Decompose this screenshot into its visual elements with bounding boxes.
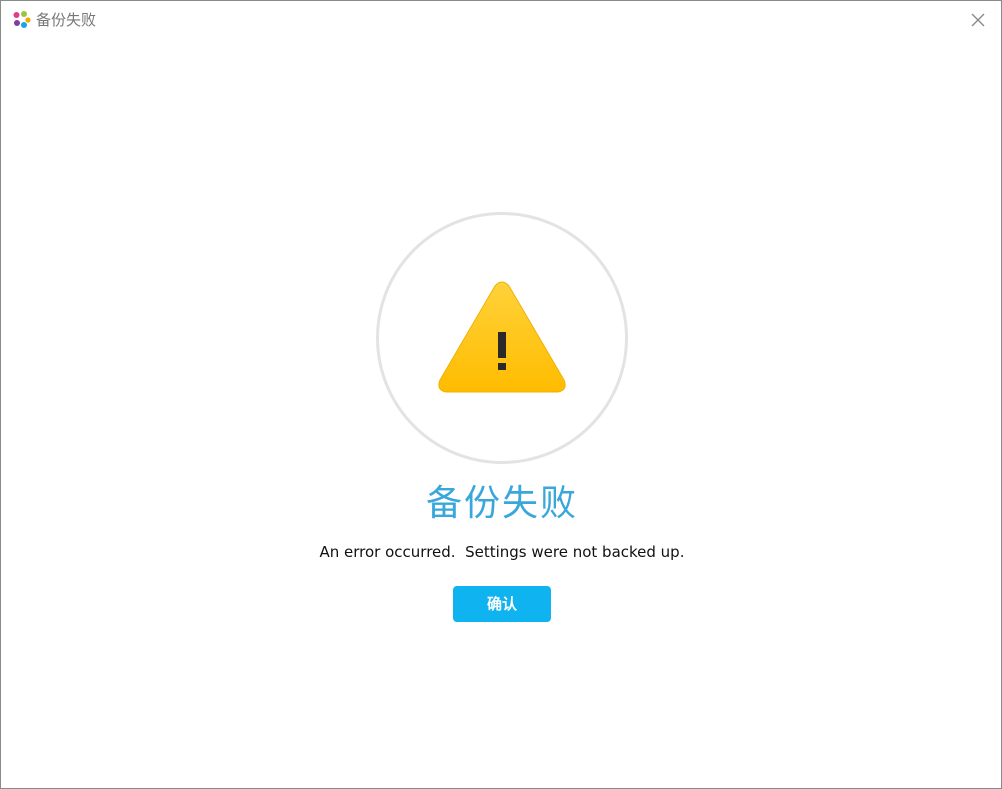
warning-icon (436, 280, 568, 396)
backup-failed-window: 备份失败 备份失败 An error occurred. Settings we… (0, 0, 1002, 789)
error-message: An error occurred. Settings were not bac… (319, 543, 685, 561)
status-heading: 备份失败 (425, 483, 578, 524)
dialog-content: 备份失败 An error occurred. Settings were no… (1, 1, 1001, 788)
confirm-button[interactable]: 确认 (453, 586, 551, 622)
